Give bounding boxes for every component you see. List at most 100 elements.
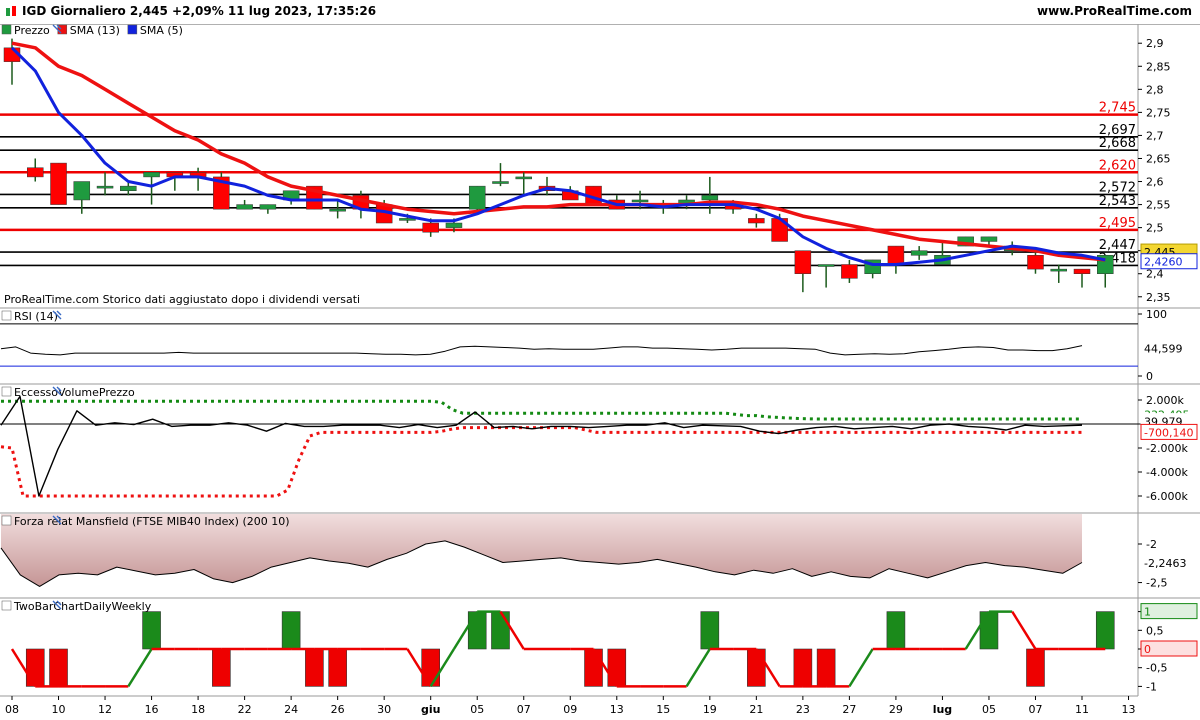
evp-tick-2: -2.000k [1146, 442, 1188, 455]
candle-body [887, 245, 905, 265]
x-tick-11: 07 [517, 703, 531, 716]
x-tick-20: lug [933, 703, 952, 716]
rsi-tick-0: 100 [1146, 308, 1167, 321]
x-tick-16: 21 [749, 703, 763, 716]
rsi-line [0, 345, 1083, 356]
candle-body [980, 236, 998, 242]
candle-body [1027, 255, 1044, 270]
twobar-mid-badge: 0 [1144, 643, 1151, 656]
candle-body [701, 195, 719, 201]
x-tick-6: 24 [284, 703, 298, 716]
twobar-bar [328, 648, 347, 687]
x-tick-22: 07 [1028, 703, 1042, 716]
x-tick-0: 08 [5, 703, 19, 716]
mansfield-legend-swatch-0 [1, 515, 12, 526]
x-tick-9: giu [421, 703, 440, 716]
twobar-line-segment [685, 648, 711, 688]
twobar-bar [212, 648, 231, 687]
sma5-line [10, 46, 1106, 266]
twobar-bar [1026, 648, 1045, 687]
twobar-tick-1: 0,5 [1146, 624, 1164, 637]
sma13-line [11, 41, 1106, 262]
price-tick-6: 2,6 [1146, 176, 1164, 189]
price-legend-swatch-0 [1, 24, 12, 35]
price-legend-text-0: Prezzo [14, 24, 50, 37]
x-tick-7: 26 [331, 703, 345, 716]
evp-tick-3: -4.000k [1146, 466, 1188, 479]
candle-chart-icon [6, 6, 16, 16]
level-label-0: 2,745 [1099, 101, 1136, 116]
candle-body [73, 181, 91, 201]
price-tick-2: 2,8 [1146, 83, 1164, 96]
x-tick-24: 13 [1122, 703, 1136, 716]
candle-body [468, 185, 486, 210]
rsi-tick-1: 0 [1146, 370, 1153, 383]
twobar-line-segment [848, 648, 874, 688]
price-note: ProRealTime.com Storico dati aggiustato … [4, 293, 360, 306]
candle-body [120, 185, 137, 191]
twobar-bar [979, 611, 999, 650]
candle-body [631, 199, 649, 203]
twobar-tick-3: -0,5 [1146, 662, 1167, 675]
candle-body [445, 222, 463, 228]
x-tick-4: 18 [191, 703, 205, 716]
candle-body [910, 250, 928, 256]
twobar-bar [816, 648, 836, 687]
mansfield-tick-0: -2 [1146, 538, 1157, 551]
level-label-2: 2,668 [1099, 136, 1136, 151]
candle-body [50, 162, 67, 205]
price-tick-11: 2,35 [1146, 291, 1171, 304]
brand-url[interactable]: www.ProRealTime.com [1037, 4, 1192, 18]
price-legend-text-1: SMA (13) [70, 24, 120, 37]
price-tick-4: 2,7 [1146, 129, 1164, 142]
x-tick-12: 09 [563, 703, 577, 716]
x-tick-21: 05 [982, 703, 996, 716]
x-tick-3: 16 [145, 703, 159, 716]
twobar-legend-text-0: TwoBarChartDailyWeekly [13, 600, 152, 613]
twobar-bar [49, 648, 68, 687]
x-tick-10: 05 [470, 703, 484, 716]
price-legend-swatch-2 [127, 24, 138, 35]
x-tick-1: 10 [52, 703, 66, 716]
rsi-legend-swatch-0 [1, 310, 12, 321]
candle-body [422, 222, 439, 233]
chart-svg: 2,7452,6972,6682,6202,5722,5432,4952,447… [0, 24, 1200, 716]
candle-body [143, 172, 160, 178]
twobar-bar [467, 611, 487, 650]
candle-body [841, 264, 858, 279]
x-tick-23: 11 [1075, 703, 1089, 716]
evp-legend-text-0: EccessoVolumePrezzo [14, 386, 135, 399]
candle-body [236, 204, 253, 210]
twobar-bar [747, 648, 766, 687]
twobar-bar [1095, 611, 1115, 650]
price-tick-10: 2,4 [1146, 268, 1164, 281]
twobar-tick-4: -1 [1146, 680, 1157, 693]
evp-red-line [0, 426, 1082, 498]
chart-title: IGD Giornaliero 2,445 +2,09% 11 lug 2023… [22, 4, 377, 18]
candle-body [492, 181, 509, 184]
twobar-bar [491, 611, 510, 650]
twobar-bar [886, 611, 906, 650]
twobar-bar [25, 648, 45, 687]
twobar-line-segment [127, 648, 153, 688]
rsi-legend-text-0: RSI (14) [14, 310, 58, 323]
twobar-bar [793, 648, 813, 687]
price-tick-5: 2,65 [1146, 152, 1171, 165]
evp-tick-4: -6.000k [1146, 490, 1188, 503]
twobar-bar [700, 611, 720, 650]
twobar-line-segment [1011, 610, 1037, 650]
twobar-bar [305, 648, 324, 687]
x-tick-13: 13 [610, 703, 624, 716]
level-label-3: 2,620 [1099, 158, 1136, 173]
candle-body [329, 208, 346, 212]
x-tick-2: 12 [98, 703, 112, 716]
price-tick-7: 2,55 [1146, 199, 1171, 212]
twobar-legend-swatch-0 [1, 600, 12, 611]
twobar-top-badge: 1 [1144, 606, 1151, 619]
evp-legend-swatch-0 [1, 386, 12, 397]
x-tick-14: 15 [656, 703, 670, 716]
candle-body [27, 167, 44, 178]
x-tick-15: 19 [703, 703, 717, 716]
candle-body [259, 204, 277, 210]
candle-body [96, 185, 114, 189]
